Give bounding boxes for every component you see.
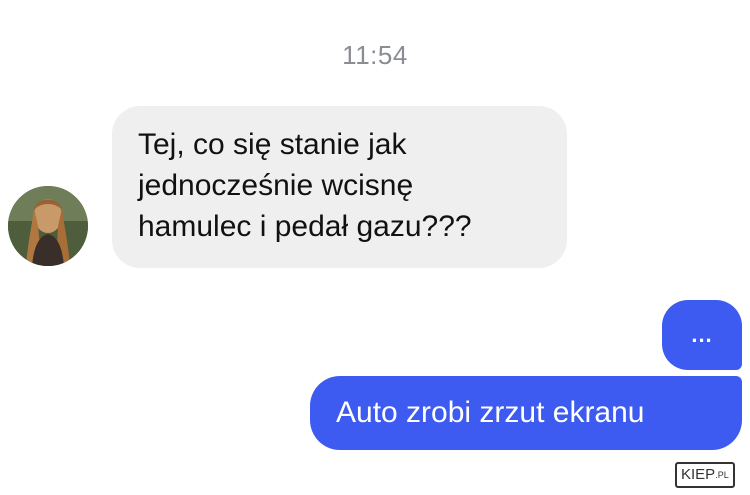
person-photo-icon [8,186,88,266]
incoming-message-line: Tej, co się stanie jak [138,128,407,161]
watermark-main: KIEP [681,466,716,483]
incoming-message-line: hamulec i pedał gazu??? [138,210,472,243]
incoming-message-bubble[interactable]: Tej, co się stanie jak jednocześnie wcis… [112,106,567,268]
message-timestamp: 11:54 [342,40,408,70]
watermark-suffix: .PL [715,470,729,480]
outgoing-ellipsis-bubble[interactable]: ... [662,300,742,370]
outgoing-message-bubble[interactable]: Auto zrobi zrzut ekranu [310,376,742,450]
avatar[interactable] [8,186,88,266]
incoming-message-line: jednocześnie wcisnę [138,169,414,202]
site-watermark-logo: KIEP.PL [675,462,735,488]
